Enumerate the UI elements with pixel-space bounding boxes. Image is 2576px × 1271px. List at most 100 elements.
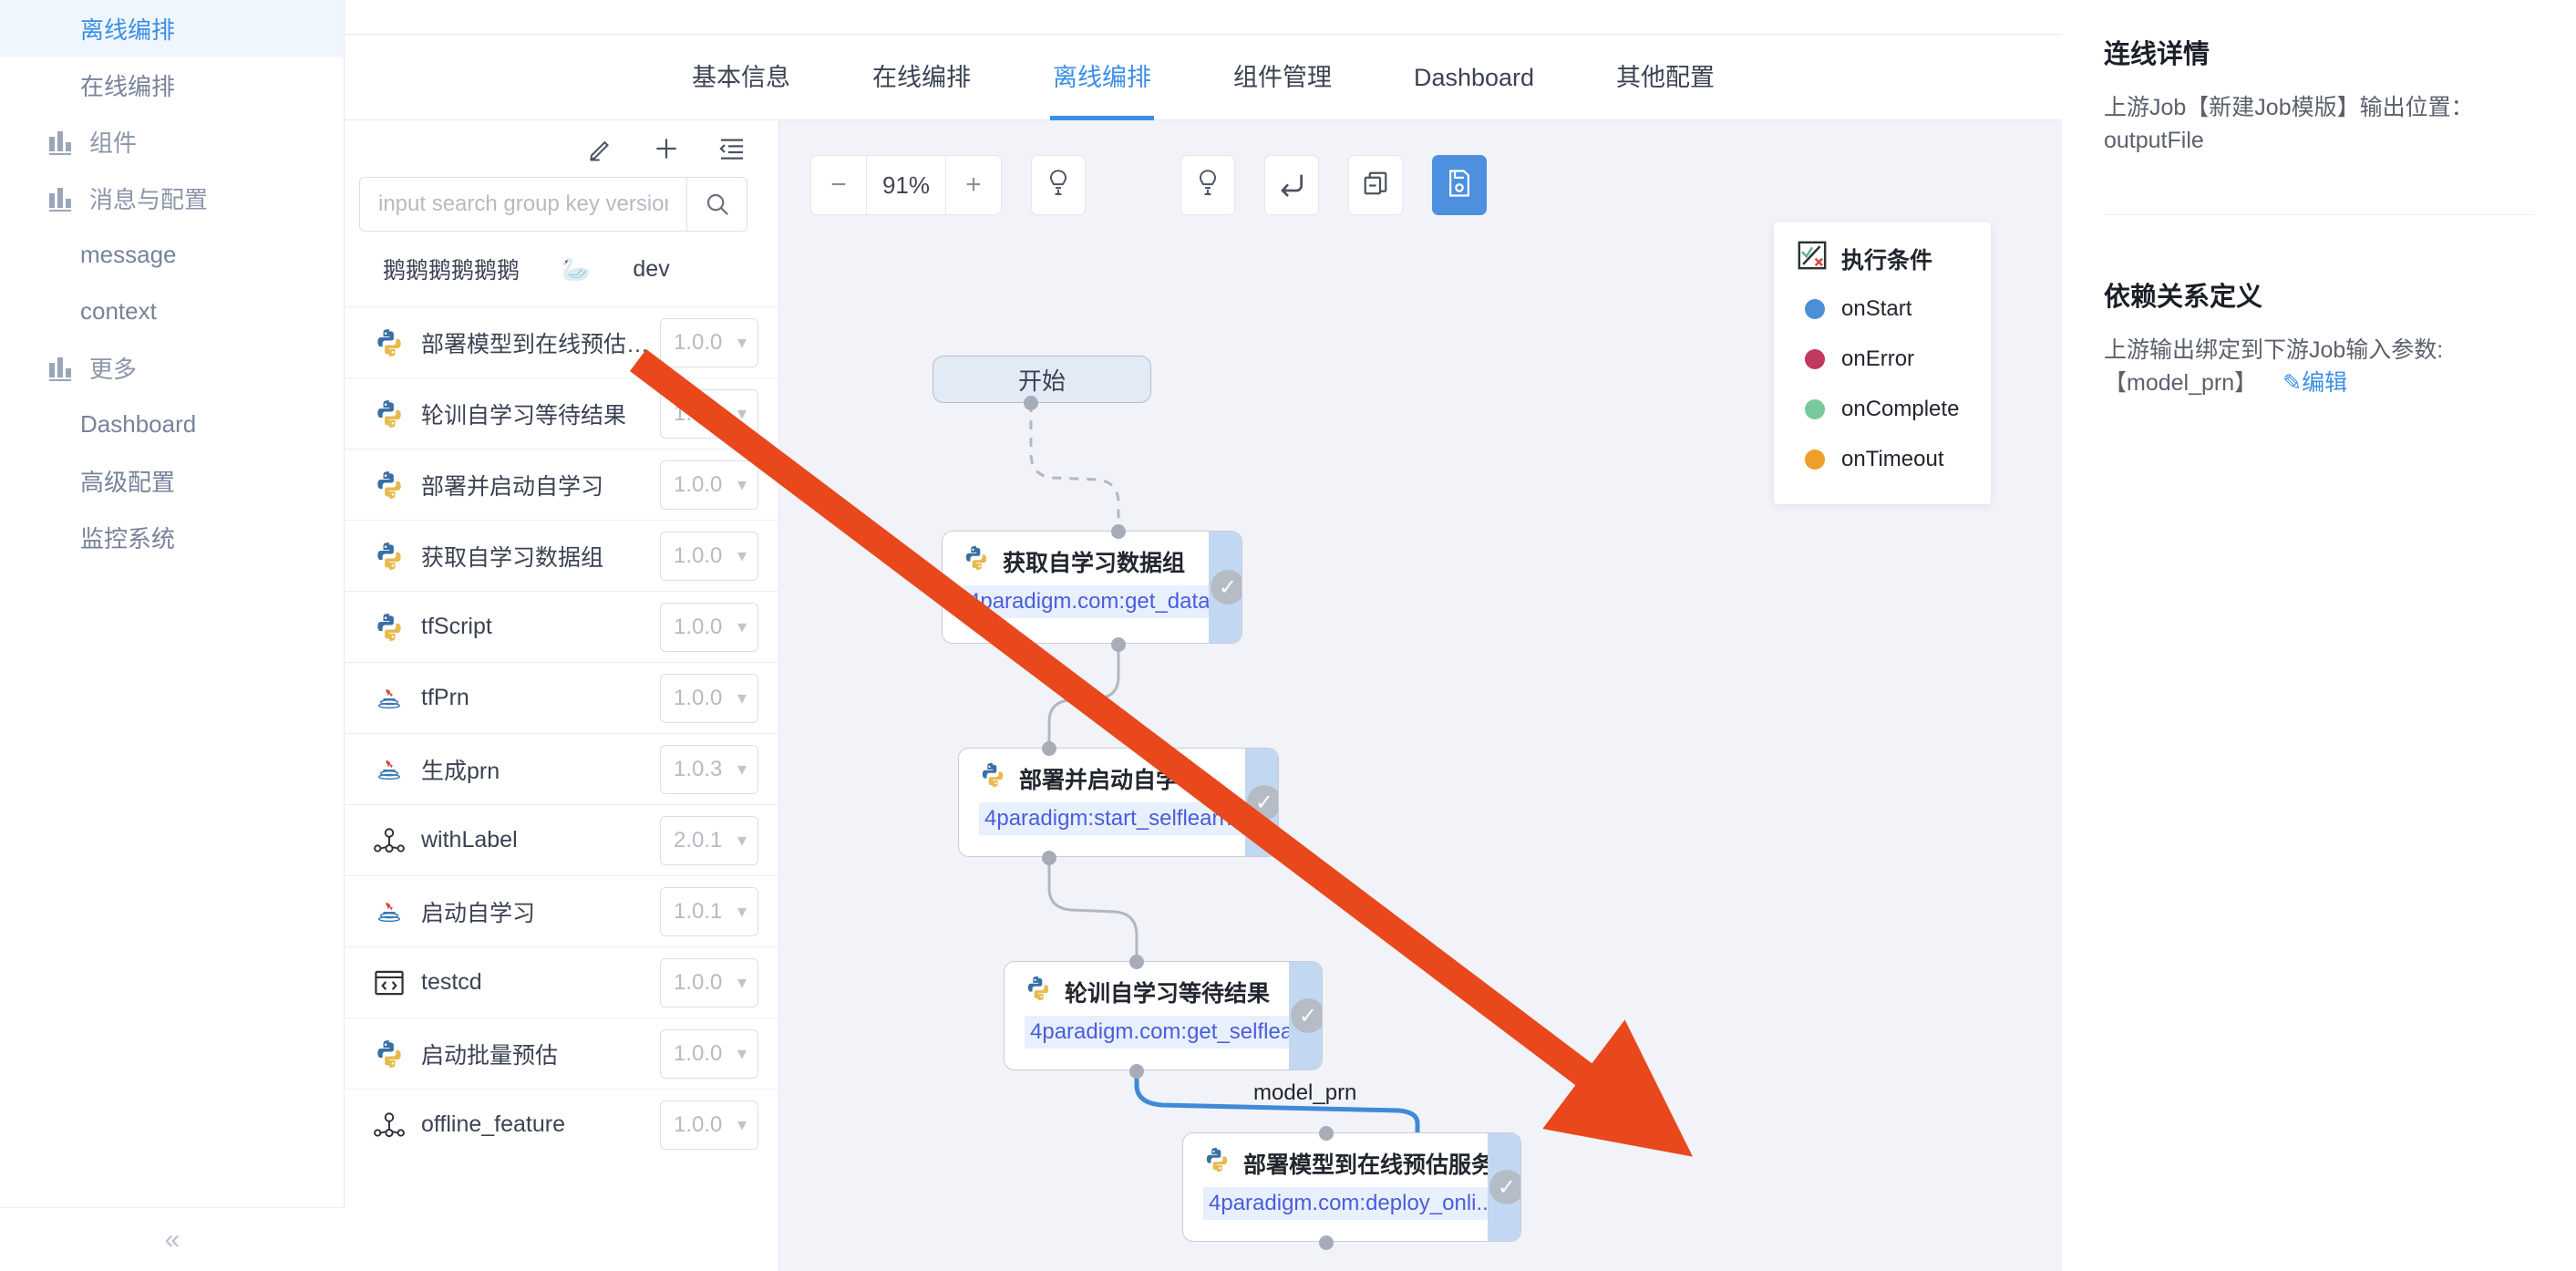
sidebar-item-components[interactable]: 组件 (0, 113, 344, 170)
node-header: 部署并启动自学习 (979, 761, 1245, 795)
list-item[interactable]: 部署并启动自学习 1.0.0 ▾ (345, 449, 778, 520)
sidebar-item-more[interactable]: 更多 (0, 339, 344, 396)
sidebar-item-label: context (80, 296, 157, 325)
version-select[interactable]: 1.0.0 ▾ (660, 388, 758, 439)
list-item[interactable]: 获取自学习数据组 1.0.0 ▾ (345, 520, 778, 591)
chevron-down-icon: ▾ (737, 902, 747, 922)
node-port[interactable] (1042, 851, 1056, 865)
node-port[interactable] (1129, 955, 1144, 969)
node-port[interactable] (1042, 741, 1056, 756)
check-circle-icon: ✓ (1291, 998, 1322, 1033)
plus-icon[interactable] (651, 133, 682, 164)
sidebar-item-label: 离线编排 (80, 16, 176, 44)
sidebar-item-dashboard[interactable]: Dashboard (0, 396, 344, 452)
list-item[interactable]: 启动批量预估 1.0.0 ▾ (345, 1018, 778, 1089)
flow-canvas[interactable]: − 91% + 执行条件 onStart onError onComplete … (779, 120, 2062, 1271)
python-icon (370, 612, 408, 643)
tab-label: 在线编排 (871, 63, 971, 91)
version-select[interactable]: 1.0.0 ▾ (660, 602, 758, 652)
list-item[interactable]: testcd 1.0.0 ▾ (345, 946, 778, 1018)
java-icon (370, 683, 408, 714)
chevron-down-icon: ▾ (737, 760, 747, 780)
sidebar-item-monitoring-system[interactable]: 监控系统 (0, 509, 344, 565)
version-value: 1.0.0 (674, 400, 723, 426)
edit-link-label: 编辑 (2302, 369, 2348, 396)
version-select[interactable]: 1.0.1 ▾ (660, 886, 758, 936)
version-select[interactable]: 1.0.3 ▾ (660, 744, 758, 794)
version-select[interactable]: 2.0.1 ▾ (660, 815, 758, 865)
list-item[interactable]: tfPrn 1.0.0 ▾ (345, 662, 778, 733)
list-item[interactable]: tfScript 1.0.0 ▾ (345, 591, 778, 662)
node-title: 部署并启动自学习 (1019, 767, 1202, 793)
sidebar-collapse-button[interactable]: « (0, 1207, 345, 1271)
version-select[interactable]: 1.0.0 ▾ (660, 1028, 758, 1079)
work-area: 鹅鹅鹅鹅鹅鹅 🦢 dev 部署模型到在线预估… 1.0.0 ▾ (345, 120, 2062, 1271)
edit-pencil-icon[interactable] (585, 133, 616, 164)
flow-node-get-data-group[interactable]: 获取自学习数据组 4paradigm.com:get_data_gr.. ✓ (942, 531, 1242, 644)
flow-node-start-selflearner[interactable]: 部署并启动自学习 4paradigm:start_selflearner.. ✓ (958, 748, 1279, 857)
version-select[interactable]: 1.0.0 ▾ (660, 460, 758, 510)
version-select[interactable]: 1.0.0 ▾ (660, 317, 758, 367)
tab-basic-info[interactable]: 基本信息 (651, 35, 831, 120)
sidebar-item-message[interactable]: message (0, 226, 344, 283)
list-item[interactable]: 启动自学习 1.0.1 ▾ (345, 875, 778, 946)
version-value: 1.0.0 (674, 329, 723, 355)
sidebar-item-label: 监控系统 (80, 524, 176, 553)
tab-online-orchestration[interactable]: 在线编排 (831, 35, 1012, 120)
node-port[interactable] (1129, 1064, 1144, 1079)
sidebar-item-advanced-config[interactable]: 高级配置 (0, 452, 344, 509)
sidebar-item-label: 高级配置 (80, 468, 176, 496)
component-name: withLabel (421, 827, 518, 852)
node-status-bar: ✓ (1245, 749, 1278, 856)
dependency-definition-title: 依赖关系定义 (2104, 282, 2263, 312)
sidebar-item-context[interactable]: context (0, 283, 344, 339)
search-input[interactable] (360, 178, 686, 231)
node-port[interactable] (1319, 1126, 1334, 1141)
chevron-down-icon: ▾ (737, 546, 747, 566)
component-name: 启动批量预估 (421, 1042, 559, 1069)
list-item[interactable]: 部署模型到在线预估… 1.0.0 ▾ (345, 306, 778, 377)
sidebar-item-online-orchestration[interactable]: 在线编排 (0, 57, 344, 113)
version-select[interactable]: 1.0.0 ▾ (660, 1100, 758, 1150)
dependency-definition-text: 上游输出绑定到下游Job输入参数:【model_prn】 ✎编辑 (2104, 334, 2534, 400)
list-item[interactable]: offline_feature 1.0.0 ▾ (345, 1089, 778, 1160)
sidebar-item-label: 更多 (89, 355, 138, 383)
list-item[interactable]: 轮训自学习等待结果 1.0.0 ▾ (345, 377, 778, 449)
sidebar-item-offline-orchestration[interactable]: 离线编排 (0, 0, 344, 57)
indent-list-icon[interactable] (716, 133, 747, 164)
node-port[interactable] (1111, 524, 1126, 539)
node-port[interactable] (1319, 1235, 1334, 1250)
python-icon (963, 544, 990, 578)
search-button[interactable] (686, 178, 747, 231)
component-name: 部署模型到在线预估… (421, 331, 650, 357)
tab-dashboard[interactable]: Dashboard (1373, 35, 1575, 120)
version-select[interactable]: 1.0.0 ▾ (660, 957, 758, 1008)
flow-node-get-selflearn-result[interactable]: 轮训自学习等待结果 4paradigm.com:get_selflear.. ✓ (1004, 961, 1323, 1070)
tab-other-config[interactable]: 其他配置 (1575, 35, 1756, 120)
version-select[interactable]: 1.0.0 ▾ (660, 673, 758, 723)
flow-start-node[interactable]: 开始 (933, 356, 1151, 403)
component-group-header[interactable]: 鹅鹅鹅鹅鹅鹅 🦢 dev (345, 232, 778, 306)
node-port[interactable] (1024, 396, 1038, 410)
component-name: testcd (421, 969, 482, 995)
chevron-down-icon: ▾ (737, 404, 747, 424)
edit-link[interactable]: ✎编辑 (2282, 370, 2347, 396)
list-item[interactable]: 生成prn 1.0.3 ▾ (345, 733, 778, 804)
node-header: 部署模型到在线预估服务 (1203, 1146, 1494, 1180)
left-navigation: 离线编排 在线编排 组件 消息与配置 message context 更多 Da… (0, 0, 345, 1271)
tab-component-management[interactable]: 组件管理 (1192, 35, 1373, 120)
tab-label: 基本信息 (691, 63, 790, 91)
flow-node-deploy-online[interactable]: 部署模型到在线预估服务 4paradigm.com:deploy_onli.. … (1182, 1132, 1521, 1242)
version-value: 1.0.0 (674, 685, 723, 710)
tab-label: 离线编排 (1052, 63, 1151, 91)
tab-offline-orchestration[interactable]: 离线编排 (1012, 35, 1192, 120)
node-title: 轮训自学习等待结果 (1065, 980, 1271, 1007)
node-subtitle: 4paradigm.com:get_data_gr.. (963, 585, 1209, 618)
list-item[interactable]: withLabel 2.0.1 ▾ (345, 804, 778, 875)
group-env-label: dev (633, 255, 670, 282)
node-port[interactable] (1111, 637, 1126, 652)
version-select[interactable]: 1.0.0 ▾ (660, 531, 758, 581)
sidebar-item-messages-and-config[interactable]: 消息与配置 (0, 170, 344, 226)
version-value: 1.0.0 (674, 542, 723, 568)
connection-details-title: 连线详情 (2104, 40, 2210, 69)
